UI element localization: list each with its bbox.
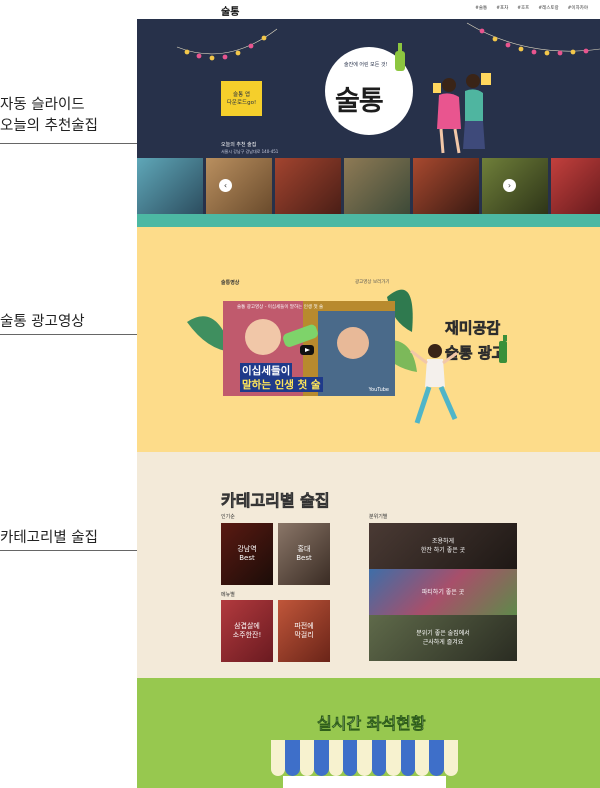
tile-hongdae-line2: Best bbox=[296, 554, 312, 562]
hero-title: 술통 bbox=[335, 86, 384, 117]
nav-menu: #술통 #포차 #호프 #레스토랑 #이자카야 bbox=[475, 5, 588, 11]
dancing-person-icon bbox=[410, 335, 507, 424]
menu-label: 메뉴별 bbox=[221, 592, 235, 598]
tile-quiet-line1: 조용하게 bbox=[431, 538, 455, 545]
youtube-logo[interactable]: YouTube bbox=[369, 387, 389, 393]
bottle-icon bbox=[395, 43, 405, 71]
website-mockup: 술통 #술통 #포차 #호프 #레스토랑 #이자카야 술통 앱 다운로드go! … bbox=[137, 0, 600, 788]
slide-prev-arrow-icon[interactable]: ‹ bbox=[219, 179, 232, 192]
tile-party-line1: 파티하기 좋은 곳 bbox=[421, 588, 465, 596]
nav-item-sooltong[interactable]: #술통 bbox=[475, 5, 487, 11]
tile-samgyeopsal-line2: 소주한잔! bbox=[232, 631, 262, 639]
video-caption-line1: 이십세들이 bbox=[240, 363, 293, 378]
slide-hotpot[interactable] bbox=[206, 158, 272, 214]
tile-samgyeopsal-line1: 삼겹살에 bbox=[234, 622, 260, 630]
hero-bottom-band bbox=[137, 214, 600, 227]
tile-atmosphere-line1: 분위기 좋은 술집에서 bbox=[416, 630, 470, 637]
mood-label: 분위기별 bbox=[369, 514, 388, 520]
category-tile-atmosphere[interactable]: 분위기 좋은 술집에서 근사하게 즐겨요 bbox=[369, 615, 517, 661]
video-title: 술통 광고영상 - 이십세들이 말하는 인생 첫 술 bbox=[237, 305, 324, 310]
nav-item-hof[interactable]: #호프 bbox=[517, 5, 529, 11]
tile-pajeon-line1: 파전에 bbox=[294, 622, 314, 630]
slide-terrace[interactable] bbox=[344, 158, 410, 214]
ad-heading: 술통영상 bbox=[221, 280, 240, 286]
category-tile-hongdae[interactable]: 홍대 Best bbox=[278, 523, 330, 585]
shop-front bbox=[283, 776, 446, 788]
video-caption-line2: 말하는 인생 첫 술 bbox=[240, 377, 323, 392]
seat-status-title: 실시간 좌석현황 bbox=[317, 714, 426, 734]
ad-video-section: 술통영상 광고영상 보러가기 술통 광고영상 - 이십세들이 말하는 인생 첫 … bbox=[137, 227, 600, 452]
category-tile-gangnam[interactable]: 강남역 Best bbox=[221, 523, 273, 585]
slide-pub[interactable] bbox=[413, 158, 479, 214]
tile-gangnam-line2: Best bbox=[239, 554, 255, 562]
popular-label: 인기순 bbox=[221, 514, 235, 520]
tile-pajeon-line2: 막걸리 bbox=[294, 631, 314, 639]
category-section: 카테고리별 술집 인기순 분위기별 메뉴별 강남역 Best 홍대 Best 삼… bbox=[137, 452, 600, 678]
app-badge-line1: 술통 앱 bbox=[233, 91, 250, 98]
seat-status-section: 실시간 좌석현황 bbox=[137, 678, 600, 788]
app-download-badge[interactable]: 술통 앱 다운로드go! bbox=[221, 81, 262, 116]
ad-more-link[interactable]: 광고영상 보러가기 bbox=[355, 279, 390, 285]
ad-video-player[interactable]: 술통 광고영상 - 이십세들이 말하는 인생 첫 술 이십세들이 말하는 인생 … bbox=[223, 301, 395, 396]
recommend-address: 서울시 강남구 강남대로 140-451 bbox=[221, 149, 279, 154]
awning-icon bbox=[271, 740, 459, 788]
tile-hongdae-line1: 홍대 bbox=[297, 545, 311, 553]
tile-gangnam-line1: 강남역 bbox=[237, 545, 257, 553]
category-tile-party[interactable]: 파티하기 좋은 곳 bbox=[369, 569, 517, 615]
category-tile-pajeon[interactable]: 파전에 막걸리 bbox=[278, 600, 330, 662]
hero-slogan: 술잔에 어린 모든 것! bbox=[344, 62, 388, 68]
recommend-slider[interactable] bbox=[137, 158, 600, 214]
top-nav: 술통 #술통 #포차 #호프 #레스토랑 #이자카야 bbox=[137, 0, 600, 19]
recommend-title: 오늘의 추천 술집 bbox=[221, 142, 257, 148]
nav-item-izakaya[interactable]: #이자카야 bbox=[568, 5, 588, 11]
cheering-people-icon bbox=[433, 73, 491, 154]
slide-next-arrow-icon[interactable]: › bbox=[503, 179, 516, 192]
portfolio-page: 자동 슬라이드 오늘의 추천술집 술통 광고영상 카테고리별 술집 술통 #술통… bbox=[0, 0, 600, 788]
slide-cocktail[interactable] bbox=[137, 158, 203, 214]
hero-section: 술통 앱 다운로드go! 술잔에 어린 모든 것! 술통 오늘의 추천 술집 서… bbox=[137, 19, 600, 227]
slide-sign[interactable] bbox=[551, 158, 600, 214]
category-tile-quiet[interactable]: 조용하게 한잔 하기 좋은 곳 bbox=[369, 523, 517, 569]
nav-item-restaurant[interactable]: #레스토랑 bbox=[538, 5, 558, 11]
category-tile-samgyeopsal[interactable]: 삼겹살에 소주한잔! bbox=[221, 600, 273, 662]
app-badge-line2: 다운로드go! bbox=[226, 99, 257, 106]
tile-quiet-line2: 한잔 하기 좋은 곳 bbox=[420, 547, 466, 554]
site-logo[interactable]: 술통 bbox=[221, 3, 239, 18]
tile-atmosphere-line2: 근사하게 즐겨요 bbox=[422, 639, 464, 646]
play-button-icon[interactable] bbox=[300, 345, 314, 355]
nav-item-pocha[interactable]: #포차 bbox=[496, 5, 508, 11]
slide-bbq[interactable] bbox=[275, 158, 341, 214]
category-title: 카테고리별 술집 bbox=[221, 491, 330, 511]
